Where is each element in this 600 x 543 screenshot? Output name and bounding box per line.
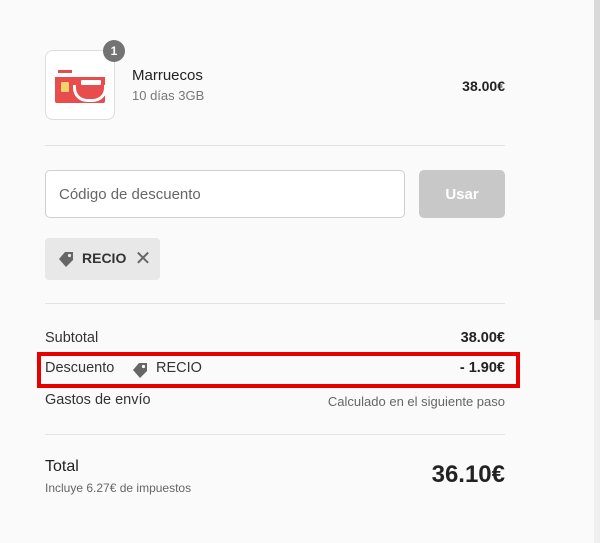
discount-code-input[interactable] xyxy=(45,170,405,218)
product-thumbnail xyxy=(45,50,115,120)
total-label: Total xyxy=(45,458,79,475)
apply-discount-button[interactable]: Usar xyxy=(419,170,505,218)
tag-icon xyxy=(59,252,73,267)
sim-card-image xyxy=(55,69,105,103)
applied-discount-chip: RECIO ✕ xyxy=(45,238,160,280)
scrollbar-thumb[interactable] xyxy=(594,0,600,320)
remove-discount-icon[interactable]: ✕ xyxy=(134,248,152,270)
scrollbar[interactable] xyxy=(594,0,600,543)
product-variant: 10 días 3GB xyxy=(132,88,205,103)
discount-highlight-box xyxy=(37,352,520,388)
subtotal-row: Subtotal 38.00€ xyxy=(45,330,505,352)
tax-note: Incluye 6.27€ de impuestos xyxy=(45,481,192,495)
divider xyxy=(45,145,505,146)
shipping-row: Gastos de envío Calculado en el siguient… xyxy=(45,392,505,414)
total-value: 36.10€ xyxy=(431,461,505,488)
quantity-badge: 1 xyxy=(103,40,125,62)
applied-code-label: RECIO xyxy=(82,250,127,266)
shipping-label: Gastos de envío xyxy=(45,392,151,408)
line-item: 1 Marruecos 10 días 3GB 38.00€ xyxy=(45,40,505,120)
subtotal-value: 38.00€ xyxy=(460,330,505,346)
product-name: Marruecos xyxy=(132,67,203,84)
divider xyxy=(45,303,505,304)
subtotal-label: Subtotal xyxy=(45,330,99,346)
divider xyxy=(45,434,505,435)
shipping-value: Calculado en el siguiente paso xyxy=(327,394,505,409)
product-price: 38.00€ xyxy=(462,78,505,94)
